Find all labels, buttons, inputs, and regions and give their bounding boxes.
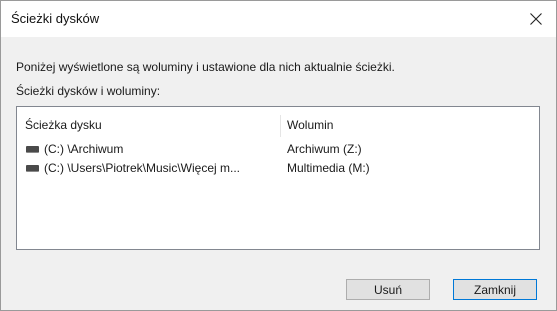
title-bar: Ścieżki dysków (1, 1, 556, 37)
column-header-volume[interactable]: Wolumin (287, 118, 333, 132)
drive-icon (26, 165, 39, 172)
remove-button[interactable]: Usuń (346, 279, 430, 300)
disk-paths-list[interactable]: Ścieżka dysku Wolumin (C:) \Archiwum Arc… (16, 106, 540, 250)
drive-icon (26, 146, 39, 153)
list-label: Ścieżki dysków i woluminy: (16, 84, 161, 98)
close-window-button[interactable] (516, 1, 556, 37)
list-item-path: (C:) \Archiwum (44, 142, 124, 156)
list-item[interactable]: (C:) \Users\Piotrek\Music\Więcej m... Mu… (17, 161, 539, 179)
list-header: Ścieżka dysku Wolumin (17, 115, 539, 138)
column-separator[interactable] (280, 115, 281, 137)
dialog-title: Ścieżki dysków (11, 11, 100, 26)
list-item-volume: Multimedia (M:) (287, 161, 370, 175)
disk-paths-dialog: Ścieżki dysków Poniżej wyświetlone są wo… (0, 0, 557, 311)
list-item[interactable]: (C:) \Archiwum Archiwum (Z:) (17, 142, 539, 160)
list-item-path: (C:) \Users\Piotrek\Music\Więcej m... (44, 161, 241, 175)
column-header-path[interactable]: Ścieżka dysku (25, 118, 102, 132)
list-item-volume: Archiwum (Z:) (287, 142, 362, 156)
close-button[interactable]: Zamknij (453, 279, 537, 300)
close-icon (530, 13, 542, 25)
dialog-description: Poniżej wyświetlone są woluminy i ustawi… (16, 60, 395, 74)
